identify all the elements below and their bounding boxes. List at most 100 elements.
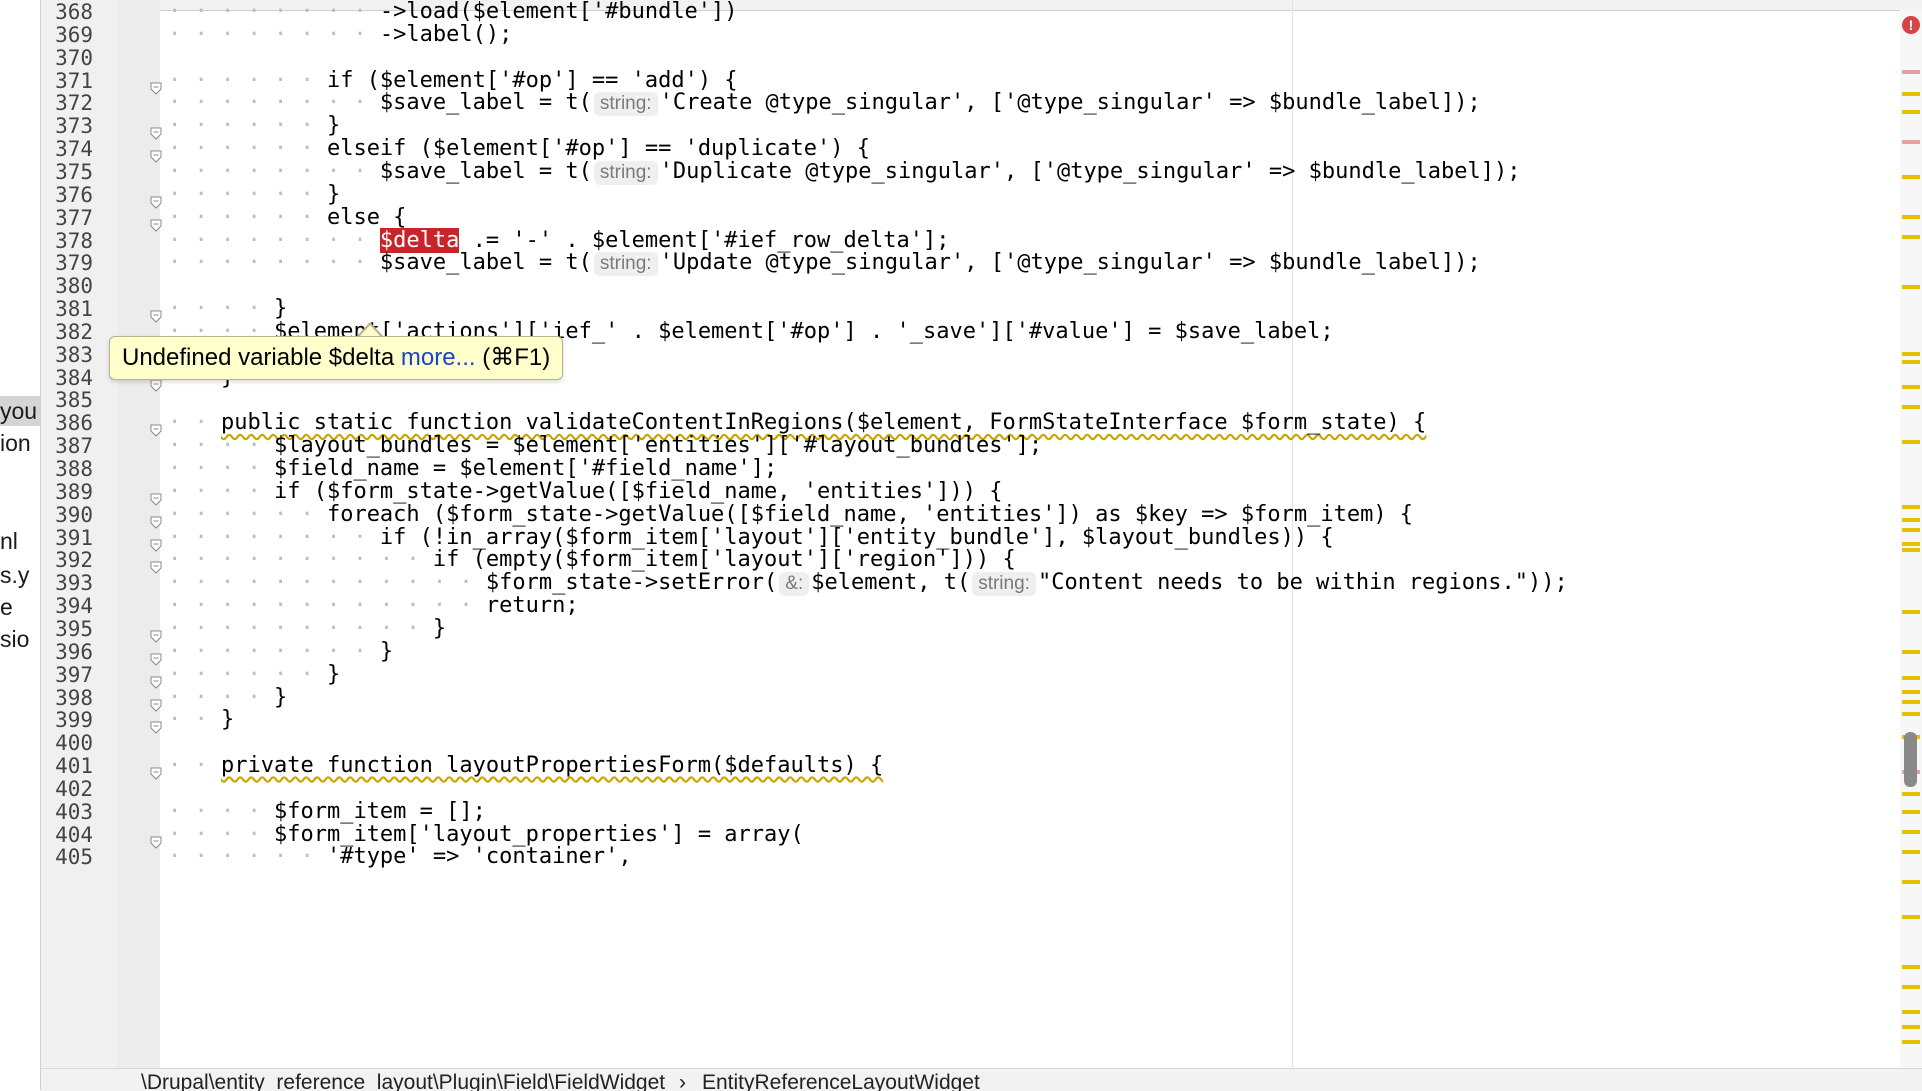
line-number[interactable]: 391	[41, 526, 93, 550]
code-line[interactable]: 378 · · · · · · · · $delta .= '-' . $elem…	[0, 227, 1922, 253]
line-number[interactable]: 401	[41, 755, 93, 778]
fold-marker-icon[interactable]	[150, 512, 162, 529]
line-number[interactable]: 403	[41, 800, 93, 824]
code-line[interactable]: 376 · · · · · · }	[0, 183, 1922, 209]
stripe-marker[interactable]	[1902, 610, 1920, 614]
fold-marker-icon[interactable]	[150, 146, 162, 163]
stripe-marker[interactable]	[1902, 700, 1920, 704]
line-number[interactable]: 373	[41, 115, 93, 138]
line-number[interactable]: 395	[41, 618, 93, 641]
code-line[interactable]: 371 · · · · · · if ($element['#op'] == 'a…	[0, 69, 1922, 95]
fold-marker-icon[interactable]	[150, 535, 162, 552]
code-line[interactable]: 379 · · · · · · · · $save_label = t(strin…	[0, 251, 1922, 277]
code-line[interactable]: 404 · · · · $form_item['layout_properties…	[0, 823, 1922, 849]
line-number[interactable]: 404	[41, 823, 93, 847]
breadcrumb-namespace[interactable]: \Drupal\entity_reference_layout\Plugin\F…	[141, 1069, 665, 1091]
stripe-marker[interactable]	[1902, 140, 1920, 144]
code-line[interactable]: 397 · · · · · · }	[0, 663, 1922, 689]
line-number[interactable]: 385	[41, 389, 93, 412]
line-number[interactable]: 387	[41, 435, 93, 458]
stripe-marker[interactable]	[1902, 505, 1920, 509]
stripe-marker[interactable]	[1902, 405, 1920, 409]
fold-marker-icon[interactable]	[150, 306, 162, 323]
line-number[interactable]: 374	[41, 138, 93, 161]
line-number[interactable]: 382	[41, 321, 93, 344]
code-line[interactable]: 388 · · · · $field_name = $element['#fiel…	[0, 457, 1922, 481]
line-number[interactable]: 368	[41, 1, 93, 24]
code-line[interactable]: 369 · · · · · · · · ->label();	[0, 23, 1922, 47]
fold-marker-icon[interactable]	[150, 192, 162, 209]
line-number[interactable]: 398	[41, 686, 93, 710]
line-number[interactable]: 377	[41, 206, 93, 230]
tooltip-more-link[interactable]: more...	[401, 344, 476, 371]
stripe-marker[interactable]	[1902, 712, 1920, 716]
line-number[interactable]: 388	[41, 458, 93, 481]
undefined-variable-highlight[interactable]: $delta	[379, 227, 460, 253]
line-number[interactable]: 400	[41, 732, 93, 755]
stripe-marker[interactable]	[1902, 175, 1920, 179]
stripe-marker[interactable]	[1902, 285, 1920, 289]
code-line[interactable]: 381 · · · · }	[0, 297, 1922, 323]
code-line[interactable]: 386 · · public static function validateCo…	[0, 411, 1922, 438]
fold-marker-icon[interactable]	[150, 420, 162, 438]
stripe-marker[interactable]	[1902, 70, 1920, 74]
line-number[interactable]: 396	[41, 640, 93, 664]
code-line[interactable]: 373 · · · · · · }	[0, 114, 1922, 140]
line-number[interactable]: 402	[41, 778, 93, 801]
fold-marker-icon[interactable]	[150, 215, 162, 232]
code-line[interactable]: 372 · · · · · · · · $save_label = t(strin…	[0, 91, 1922, 117]
stripe-marker[interactable]	[1902, 548, 1920, 552]
fold-marker-icon[interactable]	[150, 78, 162, 95]
fold-marker-icon[interactable]	[150, 557, 162, 575]
line-number[interactable]: 369	[41, 23, 93, 47]
code-line[interactable]: 374 · · · · · · elseif ($element['#op'] =…	[0, 137, 1922, 163]
line-number[interactable]: 376	[41, 183, 93, 207]
stripe-marker[interactable]	[1902, 810, 1920, 814]
stripe-marker[interactable]	[1902, 1040, 1920, 1044]
stripe-marker[interactable]	[1902, 110, 1920, 114]
stripe-marker[interactable]	[1902, 385, 1920, 389]
code-line[interactable]: 380	[0, 275, 1922, 298]
stripe-marker[interactable]	[1902, 352, 1920, 356]
line-number[interactable]: 370	[41, 46, 93, 70]
line-number[interactable]: 397	[41, 663, 93, 687]
code-line[interactable]: 377 · · · · · · else {	[0, 206, 1922, 232]
fold-marker-icon[interactable]	[150, 489, 162, 506]
fold-marker-icon[interactable]	[150, 626, 162, 643]
code-line[interactable]: 399 · · }	[0, 708, 1922, 735]
line-number[interactable]: 378	[41, 229, 93, 253]
line-number[interactable]: 372	[41, 92, 93, 115]
fold-marker-icon[interactable]	[150, 672, 162, 689]
code-line[interactable]: 396 · · · · · · · · }	[0, 640, 1922, 666]
line-number[interactable]: 405	[41, 846, 93, 869]
line-number[interactable]: 380	[41, 275, 93, 298]
fold-marker-icon[interactable]	[150, 123, 162, 140]
stripe-marker[interactable]	[1902, 965, 1920, 969]
fold-marker-icon[interactable]	[150, 717, 162, 735]
stripe-marker[interactable]	[1902, 880, 1920, 884]
line-number[interactable]: 381	[41, 298, 93, 321]
stripe-marker[interactable]	[1902, 528, 1920, 532]
stripe-marker[interactable]	[1902, 792, 1920, 796]
line-number[interactable]: 394	[41, 595, 93, 618]
code-line[interactable]: 398 · · · · }	[0, 686, 1922, 712]
code-line[interactable]: 405 · · · · · · '#type' => 'container',	[0, 846, 1922, 869]
code-line[interactable]: 390 · · · · · · foreach ($form_state->get…	[0, 503, 1922, 529]
code-line[interactable]: 394 · · · · · · · · · · · · return;	[0, 594, 1922, 618]
stripe-marker[interactable]	[1902, 440, 1920, 444]
scrollbar-thumb[interactable]	[1904, 732, 1917, 787]
stripe-marker[interactable]	[1902, 1010, 1920, 1014]
line-number[interactable]: 392	[41, 549, 93, 572]
fold-marker-icon[interactable]	[150, 763, 162, 780]
stripe-marker[interactable]	[1902, 650, 1920, 654]
code-line[interactable]: 392 · · · · · · · · · · if (empty($form_i…	[0, 548, 1922, 575]
code-line[interactable]: 400	[0, 732, 1922, 755]
fold-marker-icon[interactable]	[150, 695, 162, 712]
code-line[interactable]: 395 · · · · · · · · · · }	[0, 617, 1922, 643]
code-line[interactable]: 391 · · · · · · · · if (!in_array($form_i…	[0, 526, 1922, 552]
line-number[interactable]: 371	[41, 69, 93, 93]
error-indicator-icon[interactable]: !	[1902, 16, 1920, 34]
line-number[interactable]: 393	[41, 572, 93, 595]
line-number[interactable]: 375	[41, 161, 93, 184]
code-line[interactable]: 387 · · · · $layout_bundles = $element['e…	[0, 434, 1922, 458]
